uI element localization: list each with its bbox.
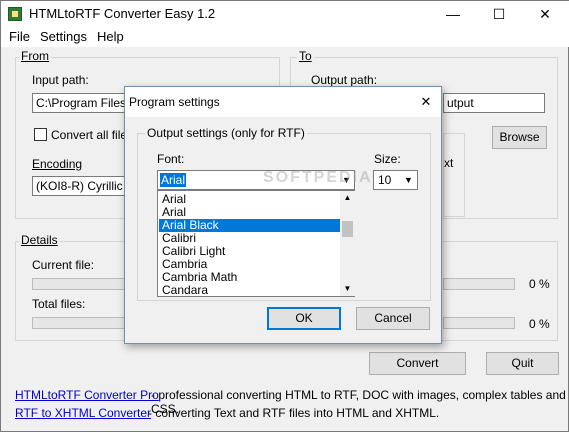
font-listbox[interactable]: Arial Arial Arial Black Calibri Calibri … — [157, 190, 355, 297]
total-files-label: Total files: — [32, 297, 86, 311]
app-icon — [8, 7, 22, 21]
close-button[interactable]: ✕ — [522, 1, 568, 27]
maximize-button[interactable]: ☐ — [476, 1, 522, 27]
size-label: Size: — [374, 152, 401, 166]
ok-button[interactable]: OK — [267, 307, 341, 330]
input-path-label: Input path: — [32, 73, 89, 87]
font-list-scrollbar[interactable]: ▲ ▼ — [340, 191, 355, 296]
size-combo-value: 10 — [378, 173, 392, 187]
output-path-label: Output path: — [311, 73, 378, 87]
window-title: HTMLtoRTF Converter Easy 1.2 — [29, 6, 216, 21]
from-group-label: From — [19, 49, 51, 63]
cancel-button[interactable]: Cancel — [356, 307, 430, 330]
promo-link-xhtml[interactable]: RTF to XHTML Converter — [15, 406, 151, 420]
font-list-item[interactable]: Candara — [159, 284, 342, 297]
scroll-down-icon[interactable]: ▼ — [340, 283, 355, 295]
encoding-label: Encoding — [32, 157, 83, 171]
to-option-label: xt — [444, 156, 454, 170]
current-file-percent: 0 % — [529, 277, 550, 291]
menu-settings[interactable]: Settings — [40, 29, 87, 44]
font-combo-value: Arial — [160, 173, 187, 187]
total-files-progress-right — [443, 317, 515, 329]
current-file-progress — [32, 278, 128, 290]
scrollbar-thumb[interactable] — [342, 221, 353, 237]
title-bar[interactable]: HTMLtoRTF Converter Easy 1.2 — ☐ ✕ — [1, 1, 569, 27]
browse-button[interactable]: Browse — [492, 126, 547, 149]
size-combo[interactable]: 10 ▼ — [373, 170, 418, 190]
convert-all-checkbox[interactable] — [34, 128, 47, 141]
program-settings-dialog: Program settings ✕ Output settings (only… — [124, 86, 442, 344]
total-files-progress — [32, 317, 128, 329]
dialog-close-button[interactable]: ✕ — [415, 91, 437, 113]
output-path-field[interactable]: utput — [443, 93, 545, 113]
total-files-percent: 0 % — [529, 317, 550, 331]
minimize-button[interactable]: — — [430, 1, 476, 27]
menu-help[interactable]: Help — [97, 29, 124, 44]
menu-file[interactable]: File — [9, 29, 30, 44]
font-list-item[interactable]: Arial — [159, 193, 342, 206]
menu-bar: File Settings Help — [1, 27, 569, 47]
promo-link-pro[interactable]: HTMLtoRTF Converter Pro — [15, 388, 159, 402]
promo-text-xhtml: - converting Text and RTF files into HTM… — [148, 406, 440, 420]
dialog-title-bar[interactable]: Program settings ✕ — [125, 87, 441, 117]
current-file-progress-right — [443, 278, 515, 290]
to-group-label: To — [297, 49, 314, 63]
details-group-label: Details — [19, 233, 60, 247]
convert-button[interactable]: Convert — [369, 352, 466, 375]
dialog-title: Program settings — [129, 95, 220, 109]
to-inner-frame — [443, 133, 465, 217]
quit-button[interactable]: Quit — [486, 352, 559, 375]
watermark: SOFTPEDIA — [263, 169, 373, 186]
scroll-up-icon[interactable]: ▲ — [340, 192, 355, 204]
current-file-label: Current file: — [32, 258, 95, 272]
output-settings-label: Output settings (only for RTF) — [145, 126, 307, 140]
font-label: Font: — [157, 152, 185, 166]
size-dropdown-icon[interactable]: ▼ — [401, 171, 416, 189]
